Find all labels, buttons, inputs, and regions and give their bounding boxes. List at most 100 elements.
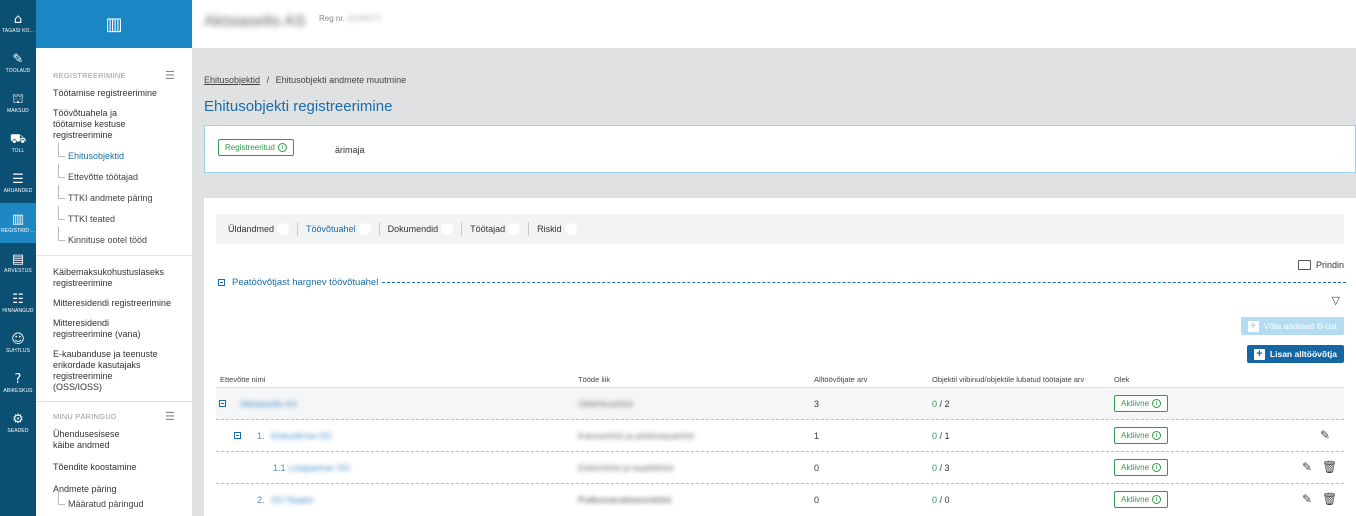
company-link[interactable]: OÜ Naabri xyxy=(271,495,314,505)
row-number: 2. xyxy=(257,495,265,505)
trash-icon[interactable]: 🗑 xyxy=(1322,460,1337,474)
section-label: MINU PÄRINGUD xyxy=(53,412,117,421)
workers-present: 0 xyxy=(932,399,938,409)
tab-riskid[interactable]: Riskid xyxy=(537,223,577,235)
sidebar-sub-maaratud-paringud[interactable]: Määratud päringud xyxy=(36,491,192,510)
rail-item-calculator[interactable]: ▤ ARVESTUS xyxy=(0,243,36,283)
sidebar-sub-kinnituse-ootel[interactable]: Kinnituse ootel tööd xyxy=(36,227,192,246)
status-label: Aktiivne xyxy=(1121,463,1150,472)
section-minu-paringud[interactable]: MINU PÄRINGUD ☰ xyxy=(36,410,192,423)
info-icon[interactable]: i xyxy=(1152,431,1162,440)
sidebar-sub-ettevotte-tootajad[interactable]: Ettevõtte töötajad xyxy=(36,164,192,183)
sidebar-link-uhendusesisese[interactable]: Ühendusesisese käibe andmed xyxy=(36,429,156,451)
menu-collapse-icon[interactable]: ☰ xyxy=(165,410,175,423)
tab-label: Üldandmed xyxy=(228,224,275,234)
button-label: Lisan alltöövõtja xyxy=(1269,349,1337,359)
status-card: Registreeritud i ärimaja xyxy=(204,125,1356,173)
sidebar-sub-ttki-paring[interactable]: TTKI andmete päring xyxy=(36,185,192,204)
rail-item-tools[interactable]: ✎ TÖÖLAUD xyxy=(0,43,36,83)
tab-dokumendid[interactable]: Dokumendid xyxy=(388,223,454,235)
section-toovotuahel[interactable]: Peatöövõtjast hargnev töövõtuahel xyxy=(218,277,1346,288)
bank-icon: ⛫ xyxy=(12,91,24,107)
tab-status-dot xyxy=(358,223,371,235)
sidebar-link-toendid[interactable]: Tõendite koostamine xyxy=(36,462,192,473)
tools-icon: ✎ xyxy=(12,51,24,67)
status-badge-label: Registreeritud xyxy=(225,143,275,152)
sidebar-link-toovotuahel[interactable]: Töövõtuahela ja töötamise kestuse regist… xyxy=(36,108,166,141)
rail-item-label: MAKSUD xyxy=(7,107,29,114)
sidebar-link-mitteresident[interactable]: Mitteresidendi registreerimine xyxy=(36,298,192,309)
rail-item-chat[interactable]: ☺ SUHTLUS xyxy=(0,323,36,363)
sidebar-sub-ttki-teated[interactable]: TTKI teated xyxy=(36,206,192,225)
tab-label: Töötajad xyxy=(470,224,506,234)
rail-item-label: SUHTLUS xyxy=(5,347,31,354)
rail-item-help[interactable]: ? ABIKESKUS xyxy=(0,363,36,403)
icon-rail: ⌂ TAGASI KO... ✎ TÖÖLAUD ⛫ MAKSUD ⛟ TOLL ☰ ARUAND… xyxy=(0,0,36,516)
reg-number: Reg nr. 11194071 xyxy=(319,14,381,23)
collapse-icon[interactable] xyxy=(218,279,225,286)
rail-item-people[interactable]: ☷ HINNANGUD xyxy=(0,283,36,323)
workers-present: 0 xyxy=(932,495,938,505)
company-link[interactable]: Aktsiaselts AS xyxy=(240,399,297,409)
section-registreerimine[interactable]: REGISTREERIMINE ☰ xyxy=(36,69,192,82)
menu-collapse-icon[interactable]: ☰ xyxy=(165,69,175,82)
books-icon: ▥ xyxy=(11,211,25,227)
edit-icon[interactable]: ✎ xyxy=(1302,460,1312,474)
plus-icon: + xyxy=(1253,348,1265,360)
rail-item-gear[interactable]: ⚙ SEADED xyxy=(0,403,36,443)
registry-logo-icon[interactable]: ▥ xyxy=(105,14,122,35)
import-data-button[interactable]: + Võta andmed fil-üst xyxy=(1240,317,1344,335)
breadcrumb-link-ehitusobjektid[interactable]: Ehitusobjektid xyxy=(204,75,260,85)
rail-item-books[interactable]: ▥ REGISTRID ... xyxy=(0,203,36,243)
edit-icon[interactable]: ✎ xyxy=(1320,428,1330,442)
company-link[interactable]: Lisapartner OÜ xyxy=(289,463,350,473)
status-badge: Aktiivne i xyxy=(1114,427,1169,444)
work-type: Üldehitustööd xyxy=(578,399,634,409)
tab-toovotuahel[interactable]: Töövõtuahel xyxy=(306,223,371,235)
row-number: 1. xyxy=(257,431,265,441)
rail-item-bank[interactable]: ⛫ MAKSUD xyxy=(0,83,36,123)
workers-count: 0 / 1 xyxy=(932,431,950,441)
table-row: Aktsiaselts AS Üldehitustööd 3 0 / 2 Akt… xyxy=(216,388,1344,420)
info-icon[interactable]: i xyxy=(1152,495,1162,504)
page-title: Ehitusobjekti registreerimine xyxy=(204,98,393,115)
add-subcontractor-button[interactable]: + Lisan alltöövõtja xyxy=(1246,345,1344,363)
status-badge: Aktiivne i xyxy=(1114,459,1169,476)
status-badge: Registreeritud i xyxy=(218,139,294,156)
sidebar-link-andmete-paring[interactable]: Andmete päring xyxy=(36,484,192,495)
edit-icon[interactable]: ✎ xyxy=(1302,492,1312,506)
rail-item-label: TAGASI KO... xyxy=(2,27,34,34)
company-link[interactable]: Ehitusfirma OÜ xyxy=(271,431,332,441)
collapse-row-icon[interactable] xyxy=(234,432,241,439)
info-icon[interactable]: i xyxy=(277,143,287,152)
rail-item-report[interactable]: ☰ ARUANDED xyxy=(0,163,36,203)
sidebar-sub-ehitusobjektid[interactable]: Ehitusobjektid xyxy=(36,143,192,162)
trash-icon[interactable]: 🗑 xyxy=(1322,492,1337,506)
print-label: Prindin xyxy=(1315,260,1344,270)
rail-item-label: ARUANDED xyxy=(3,187,33,194)
tab-tootajad[interactable]: Töötajad xyxy=(470,223,521,235)
sidebar-link-kaibemaks[interactable]: Käibemaksukohustuslaseks registreerimine xyxy=(36,267,176,289)
rail-item-home[interactable]: ⌂ TAGASI KO... xyxy=(0,3,36,43)
info-icon[interactable]: i xyxy=(1152,463,1162,472)
reg-value: 11194071 xyxy=(346,14,382,23)
print-button[interactable]: Prindin xyxy=(1297,260,1344,270)
printer-icon xyxy=(1297,260,1311,270)
sidebar-link-tootamise[interactable]: Töötamise registreerimine xyxy=(36,88,192,99)
collapse-row-icon[interactable] xyxy=(219,400,226,407)
filter-icon[interactable]: ▽ xyxy=(1332,294,1340,307)
rail-item-truck[interactable]: ⛟ TOLL xyxy=(0,123,36,163)
tab-status-dot xyxy=(564,223,577,235)
tab-status-dot xyxy=(441,223,454,235)
status-badge: Aktiivne i xyxy=(1114,395,1169,412)
tab-uldandmed[interactable]: Üldandmed xyxy=(228,223,290,235)
sidebar-link-mitteresident-vana[interactable]: Mitteresidendi registreerimine (vana) xyxy=(36,318,176,340)
table-row: 2. OÜ Naabri Puitkonstruktsioonitööd 0 0… xyxy=(216,484,1344,516)
truck-icon: ⛟ xyxy=(9,131,27,147)
info-icon[interactable]: i xyxy=(1152,399,1162,408)
tab-separator xyxy=(461,222,463,236)
sidebar-link-e-kaubandus[interactable]: E-kaubanduse ja teenuste erikordade kasu… xyxy=(36,349,176,393)
workers-present: 0 xyxy=(932,431,938,441)
rail-item-label: REGISTRID ... xyxy=(1,227,35,234)
workers-present: 0 xyxy=(932,463,938,473)
